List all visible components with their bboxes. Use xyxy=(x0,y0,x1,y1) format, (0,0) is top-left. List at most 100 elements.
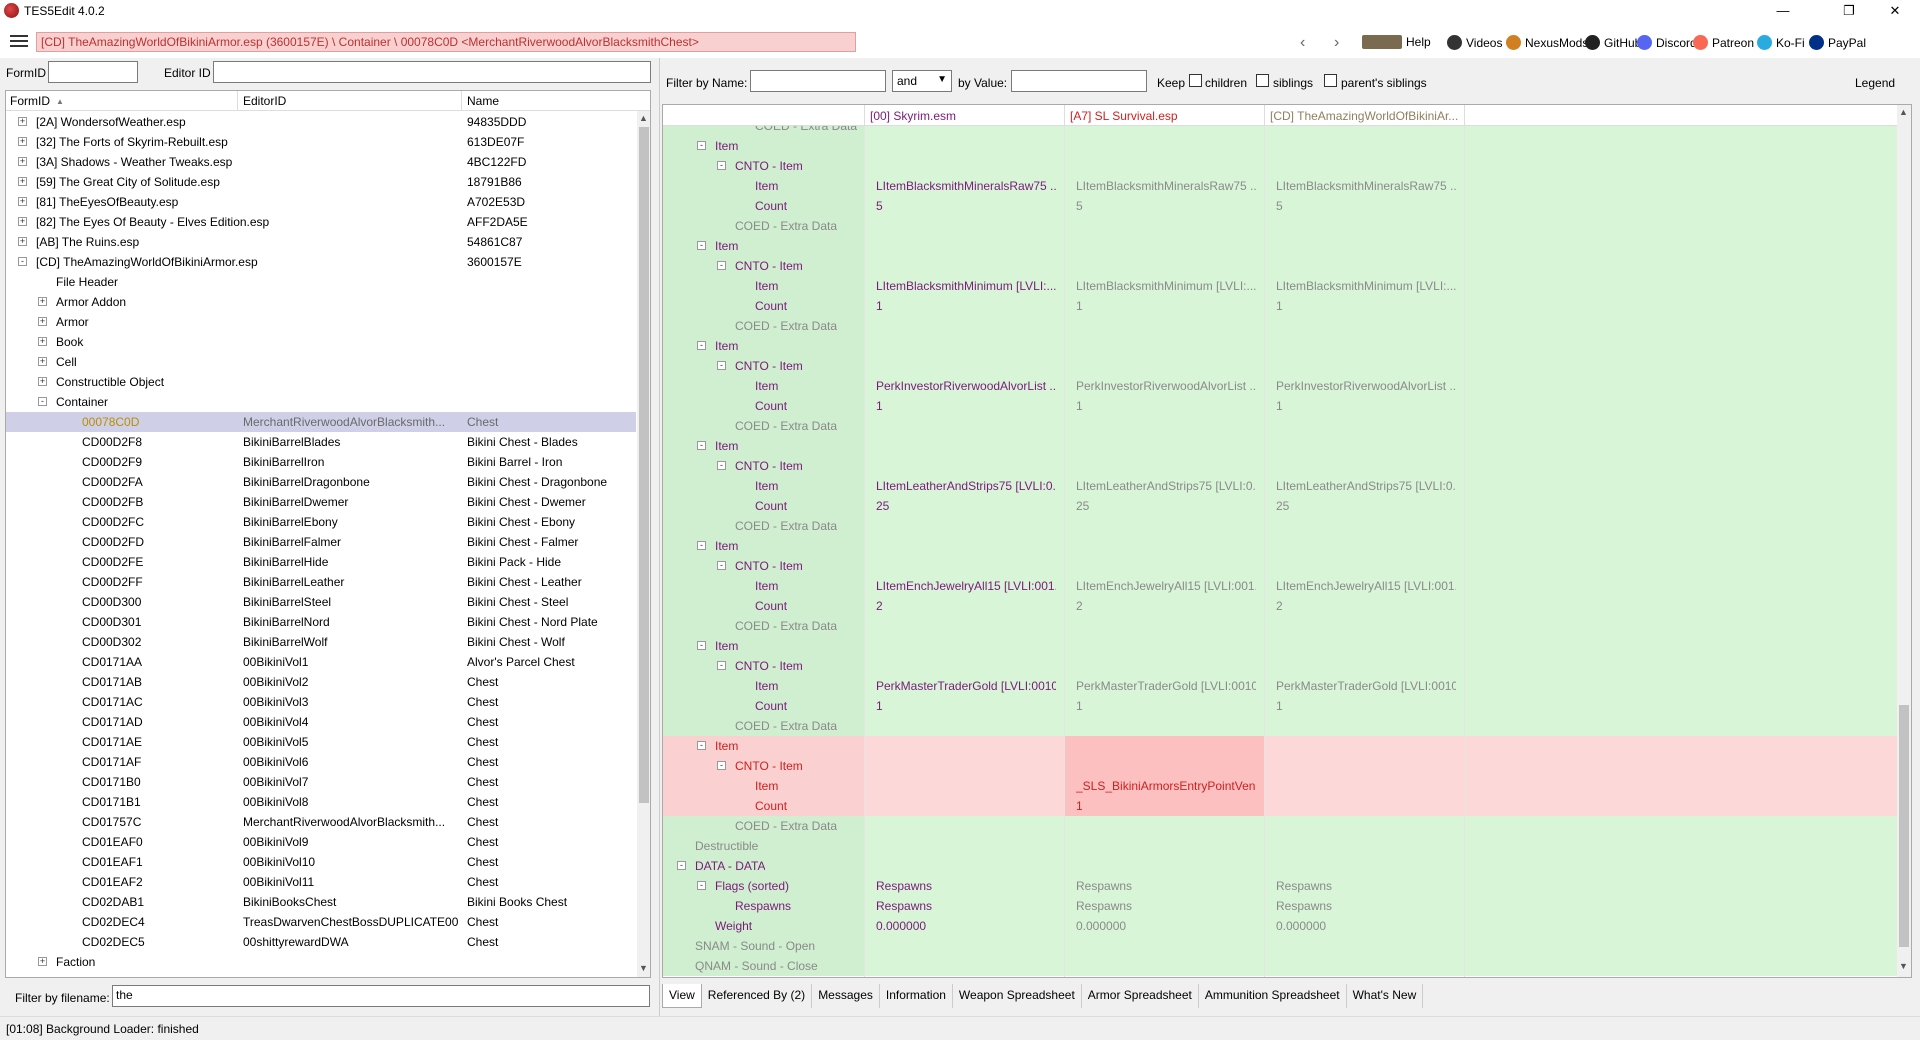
grid-value-cell[interactable] xyxy=(864,126,1064,136)
grid-value-cell[interactable] xyxy=(864,796,1064,816)
toolbar-link-github[interactable]: GitHub xyxy=(1585,35,1641,50)
grid-value-cell[interactable] xyxy=(1264,236,1464,256)
grid-row[interactable]: QNAM - Sound - Close xyxy=(663,956,1897,976)
tree-row[interactable]: CD00D2F8 BikiniBarrelBlades Bikini Chest -… xyxy=(6,432,636,452)
tab-armor-spreadsheet[interactable]: Armor Spreadsheet xyxy=(1082,984,1199,1008)
filter-operator-select[interactable]: and ▼ xyxy=(892,70,952,92)
collapse-icon[interactable]: - xyxy=(717,261,726,270)
tree-row[interactable]: + [32] The Forts of Skyrim-Rebuilt.esp 613… xyxy=(6,132,636,152)
expand-icon[interactable]: + xyxy=(38,297,47,306)
grid-row[interactable]: - CNTO - Item xyxy=(663,656,1897,676)
grid-value-cell[interactable] xyxy=(1064,816,1264,836)
grid-value-cell[interactable] xyxy=(1264,126,1464,136)
tree-row[interactable]: + Armor xyxy=(6,312,636,332)
grid-value-cell[interactable] xyxy=(864,556,1064,576)
grid-value-cell[interactable] xyxy=(1064,616,1264,636)
grid-value-cell[interactable] xyxy=(1064,836,1264,856)
expand-icon[interactable]: + xyxy=(38,357,47,366)
tree-row[interactable]: CD0171AE 00BikiniVol5 Chest xyxy=(6,732,636,752)
expand-icon[interactable]: + xyxy=(38,337,47,346)
column-skyrim-esm[interactable]: [00] Skyrim.esm xyxy=(870,109,956,123)
collapse-icon[interactable]: - xyxy=(677,861,686,870)
grid-row[interactable]: Count 1 1 1 xyxy=(663,396,1897,416)
grid-value-cell[interactable] xyxy=(864,776,1064,796)
expand-icon[interactable]: + xyxy=(18,117,27,126)
keep-parents-siblings-checkbox[interactable] xyxy=(1324,74,1337,87)
tree-row[interactable]: CD02DEC5 00shittyrewardDWA Chest xyxy=(6,932,636,952)
grid-value-cell[interactable] xyxy=(864,136,1064,156)
grid-row[interactable]: Count 25 25 25 xyxy=(663,496,1897,516)
tree-row[interactable]: 00078C0D MerchantRiverwoodAlvorBlacksmith… xyxy=(6,412,636,432)
grid-value-cell[interactable]: 1 xyxy=(1064,796,1264,816)
grid-row[interactable]: - Flags (sorted) Respawns Respawns Respawns xyxy=(663,876,1897,896)
grid-row[interactable]: - CNTO - Item xyxy=(663,356,1897,376)
legend-button[interactable]: Legend xyxy=(1855,76,1895,90)
grid-value-cell[interactable] xyxy=(864,736,1064,756)
menu-icon[interactable] xyxy=(10,35,28,47)
grid-value-cell[interactable]: 1 xyxy=(864,396,1064,416)
grid-value-cell[interactable] xyxy=(1264,516,1464,536)
grid-value-cell[interactable] xyxy=(1064,356,1264,376)
grid-value-cell[interactable] xyxy=(1264,356,1464,376)
grid-row[interactable]: Count 1 xyxy=(663,796,1897,816)
grid-value-cell[interactable]: 1 xyxy=(1064,696,1264,716)
grid-value-cell[interactable]: PerkMasterTraderGold [LVLI:0010... xyxy=(864,676,1064,696)
grid-value-cell[interactable] xyxy=(864,756,1064,776)
collapse-icon[interactable]: - xyxy=(717,461,726,470)
grid-value-cell[interactable]: LItemBlacksmithMineralsRaw75 ... xyxy=(1264,176,1464,196)
tree-row[interactable]: - [CD] TheAmazingWorldOfBikiniArmor.esp 36… xyxy=(6,252,636,272)
collapse-icon[interactable]: - xyxy=(697,441,706,450)
formid-input[interactable] xyxy=(48,61,138,83)
column-divider[interactable] xyxy=(237,91,238,111)
column-divider[interactable] xyxy=(1264,105,1265,126)
grid-value-cell[interactable] xyxy=(864,156,1064,176)
collapse-icon[interactable]: - xyxy=(717,661,726,670)
scroll-up-icon[interactable]: ▲ xyxy=(1899,107,1908,117)
collapse-icon[interactable]: - xyxy=(697,341,706,350)
grid-value-cell[interactable]: LItemEnchJewelryAll15 [LVLI:001... xyxy=(1264,576,1464,596)
grid-value-cell[interactable]: 1 xyxy=(1264,396,1464,416)
column-divider[interactable] xyxy=(864,105,865,126)
grid-value-cell[interactable] xyxy=(1264,956,1464,976)
grid-row[interactable]: - CNTO - Item xyxy=(663,256,1897,276)
grid-row[interactable]: Item PerkInvestorRiverwoodAlvorList ... Pe… xyxy=(663,376,1897,396)
grid-row[interactable]: Respawns Respawns Respawns Respawns xyxy=(663,896,1897,916)
grid-value-cell[interactable]: 25 xyxy=(1064,496,1264,516)
grid-row[interactable]: COED - Extra Data xyxy=(663,316,1897,336)
grid-value-cell[interactable] xyxy=(864,236,1064,256)
grid-value-cell[interactable] xyxy=(864,256,1064,276)
grid-value-cell[interactable] xyxy=(1264,336,1464,356)
scrollbar-thumb[interactable] xyxy=(639,127,649,803)
grid-row[interactable]: COED - Extra Data xyxy=(663,216,1897,236)
grid-value-cell[interactable] xyxy=(864,716,1064,736)
column-name[interactable]: Name xyxy=(467,94,499,108)
tree-row[interactable]: + Cell xyxy=(6,352,636,372)
collapse-icon[interactable]: - xyxy=(697,141,706,150)
tree-row[interactable]: + [AB] The Ruins.esp 54861C87 xyxy=(6,232,636,252)
grid-value-cell[interactable]: Respawns xyxy=(1064,896,1264,916)
tree-row[interactable]: CD01EAF2 00BikiniVol11 Chest xyxy=(6,872,636,892)
tree-row[interactable]: + [59] The Great City of Solitude.esp 1879… xyxy=(6,172,636,192)
grid-value-cell[interactable] xyxy=(864,516,1064,536)
grid-value-cell[interactable]: Respawns xyxy=(1264,876,1464,896)
grid-value-cell[interactable] xyxy=(1064,516,1264,536)
grid-value-cell[interactable] xyxy=(1264,796,1464,816)
grid-value-cell[interactable]: 5 xyxy=(1064,196,1264,216)
column-divider[interactable] xyxy=(1464,105,1465,126)
scroll-down-icon[interactable]: ▼ xyxy=(639,963,648,973)
grid-row[interactable]: Item LItemBlacksmithMineralsRaw75 ... LIte… xyxy=(663,176,1897,196)
filter-value-input[interactable] xyxy=(1011,70,1147,92)
grid-value-cell[interactable] xyxy=(864,936,1064,956)
column-formid[interactable]: FormID xyxy=(10,94,50,108)
tree-row[interactable]: + [3A] Shadows - Weather Tweaks.esp 4BC122… xyxy=(6,152,636,172)
grid-row[interactable]: - Item xyxy=(663,336,1897,356)
grid-row[interactable]: - CNTO - Item xyxy=(663,756,1897,776)
grid-row[interactable]: - CNTO - Item xyxy=(663,556,1897,576)
grid-value-cell[interactable]: 2 xyxy=(864,596,1064,616)
grid-row[interactable]: COED - Extra Data xyxy=(663,716,1897,736)
tree-row[interactable]: CD0171B0 00BikiniVol7 Chest xyxy=(6,772,636,792)
column-divider[interactable] xyxy=(1064,105,1065,126)
grid-value-cell[interactable] xyxy=(1064,216,1264,236)
grid-value-cell[interactable]: LItemBlacksmithMineralsRaw75 ... xyxy=(1064,176,1264,196)
tree-row[interactable]: CD0171AC 00BikiniVol3 Chest xyxy=(6,692,636,712)
